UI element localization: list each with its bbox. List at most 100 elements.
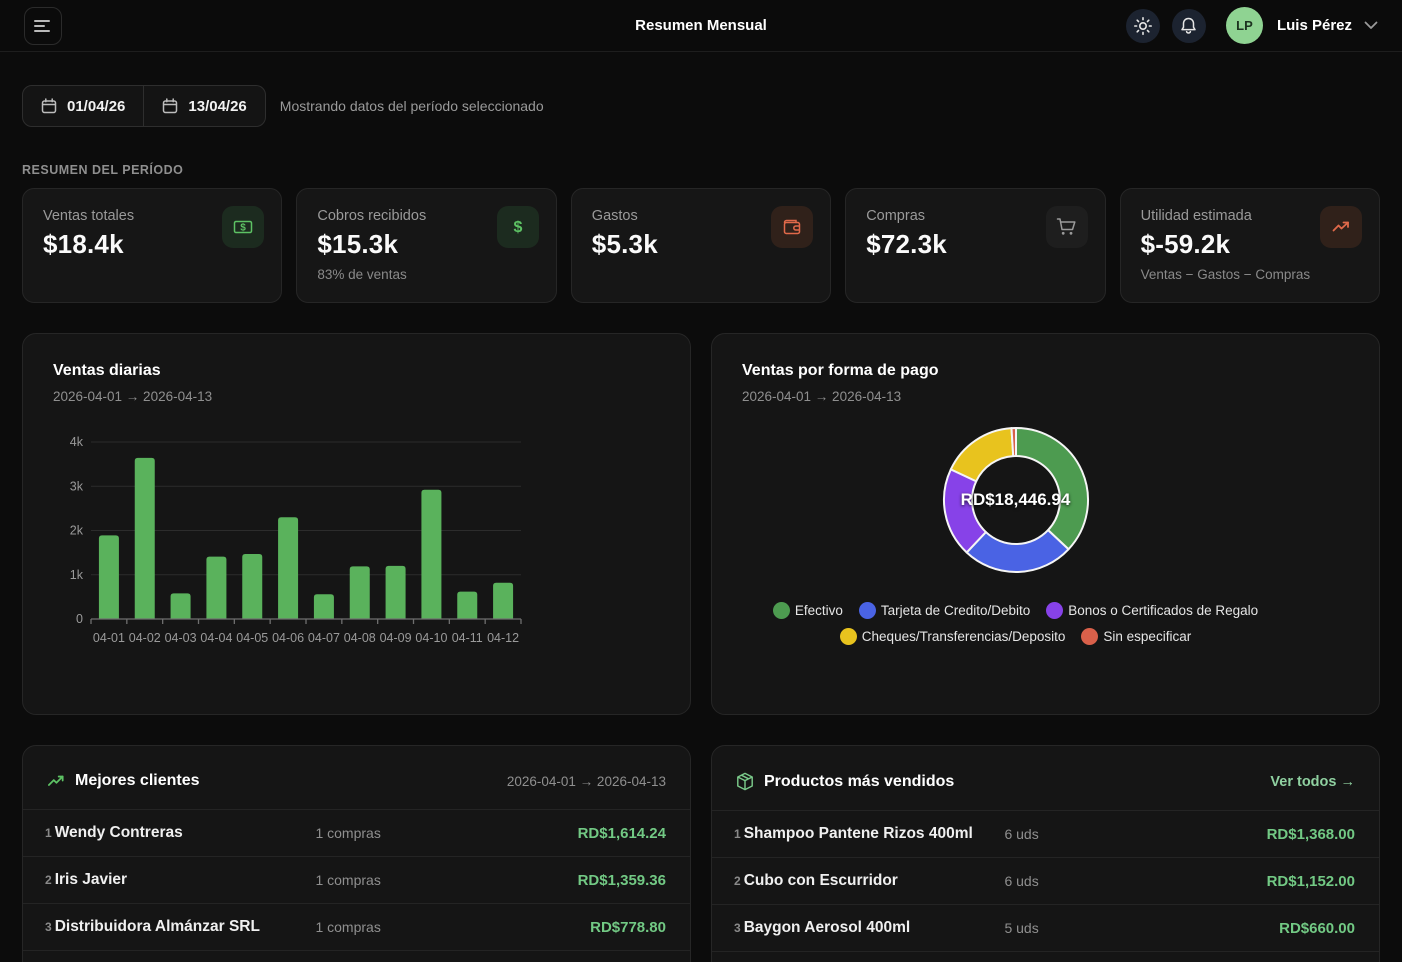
best-clients-panel: Mejores clientes 2026-04-01 → 2026-04-13… xyxy=(22,745,691,962)
legend-label: Tarjeta de Credito/Debito xyxy=(881,603,1030,618)
chart-subtitle: 2026-04-01 → 2026-04-13 xyxy=(53,389,660,404)
card-utilidad-estimada: Utilidad estimada $-59.2k Ventas − Gasto… xyxy=(1120,188,1380,303)
hamburger-icon xyxy=(34,19,52,33)
svg-text:04-08: 04-08 xyxy=(344,631,376,645)
chevron-down-icon[interactable] xyxy=(1364,21,1378,30)
chart-subtitle: 2026-04-01 → 2026-04-13 xyxy=(742,389,1349,404)
product-row[interactable]: 1Shampoo Pantene Rizos 400ml 6 uds RD$1,… xyxy=(712,810,1379,857)
notifications-button[interactable] xyxy=(1172,9,1206,43)
svg-text:3k: 3k xyxy=(70,479,84,493)
legend-dot xyxy=(773,602,790,619)
dollar-icon: $ xyxy=(497,206,539,248)
legend-label: Sin especificar xyxy=(1103,629,1191,644)
calendar-icon xyxy=(162,98,178,114)
client-amount: RD$778.80 xyxy=(450,919,666,936)
row-rank: 1 xyxy=(45,826,52,840)
daily-sales-bar-chart: 01k2k3k4k04-0104-0204-0304-0404-0504-060… xyxy=(53,428,531,663)
client-row[interactable]: 3Distribuidora Almánzar SRL 1 compras RD… xyxy=(23,903,690,950)
see-all-link[interactable]: Ver todos → xyxy=(1270,774,1355,790)
svg-text:04-05: 04-05 xyxy=(236,631,268,645)
legend-label: Cheques/Transferencias/Deposito xyxy=(862,629,1066,644)
row-rank: 2 xyxy=(734,874,741,888)
chart-title: Ventas por forma de pago xyxy=(742,362,1349,380)
product-amount: RD$660.00 xyxy=(1139,920,1355,937)
row-rank: 3 xyxy=(45,920,52,934)
user-name: Luis Pérez xyxy=(1277,17,1352,34)
client-row xyxy=(23,950,690,962)
legend-item: Cheques/Transferencias/Deposito xyxy=(840,628,1066,645)
banknote-icon: $ xyxy=(222,206,264,248)
payment-methods-donut-chart xyxy=(932,416,1100,584)
legend-dot xyxy=(1081,628,1098,645)
payment-methods-panel: Ventas por forma de pago 2026-04-01 → 20… xyxy=(711,333,1380,715)
svg-text:04-09: 04-09 xyxy=(380,631,412,645)
svg-text:04-11: 04-11 xyxy=(452,631,483,645)
package-icon xyxy=(736,772,754,791)
row-rank: 1 xyxy=(734,827,741,841)
wallet-icon xyxy=(771,206,813,248)
svg-text:04-01: 04-01 xyxy=(93,631,125,645)
legend-item: Efectivo xyxy=(773,602,843,619)
date-to-value: 13/04/26 xyxy=(188,98,246,115)
product-units: 6 uds xyxy=(1004,826,1138,842)
calendar-icon xyxy=(41,98,57,114)
theme-toggle-button[interactable] xyxy=(1126,9,1160,43)
svg-text:04-04: 04-04 xyxy=(200,631,232,645)
product-amount: RD$1,152.00 xyxy=(1139,873,1355,890)
product-row[interactable]: 3Baygon Aerosol 400ml 5 uds RD$660.00 xyxy=(712,904,1379,951)
svg-text:$: $ xyxy=(241,223,247,234)
svg-text:04-03: 04-03 xyxy=(165,631,197,645)
date-from-input[interactable]: 01/04/26 xyxy=(22,85,144,127)
product-units: 6 uds xyxy=(1004,873,1138,889)
card-cobros-recibidos: Cobros recibidos $15.3k 83% de ventas $ xyxy=(296,188,556,303)
svg-text:04-12: 04-12 xyxy=(487,631,519,645)
card-compras: Compras $72.3k xyxy=(845,188,1105,303)
svg-text:2k: 2k xyxy=(70,524,84,538)
svg-text:4k: 4k xyxy=(70,435,84,449)
legend-item: Sin especificar xyxy=(1081,628,1191,645)
svg-text:04-06: 04-06 xyxy=(272,631,304,645)
trending-up-icon xyxy=(1320,206,1362,248)
legend-item: Bonos o Certificados de Regalo xyxy=(1046,602,1258,619)
client-row[interactable]: 2Iris Javier 1 compras RD$1,359.36 xyxy=(23,856,690,903)
date-from-value: 01/04/26 xyxy=(67,98,125,115)
card-ventas-totales: Ventas totales $18.4k $ xyxy=(22,188,282,303)
avatar[interactable]: LP xyxy=(1226,7,1263,44)
list-title: Mejores clientes xyxy=(75,772,200,790)
date-to-input[interactable]: 13/04/26 xyxy=(144,85,265,127)
product-units: 5 uds xyxy=(1004,920,1138,936)
legend-dot xyxy=(859,602,876,619)
filter-row: 01/04/26 13/04/26 Mostrando datos del pe… xyxy=(22,85,1380,127)
section-label: RESUMEN DEL PERÍODO xyxy=(22,163,1380,177)
product-amount: RD$1,368.00 xyxy=(1139,826,1355,843)
client-amount: RD$1,359.36 xyxy=(450,872,666,889)
client-name: Iris Javier xyxy=(55,871,127,889)
topbar: Resumen Mensual LP Luis Pérez xyxy=(0,0,1402,52)
client-name: Wendy Contreras xyxy=(55,824,183,842)
cart-icon xyxy=(1046,206,1088,248)
bell-icon xyxy=(1180,17,1197,35)
sun-icon xyxy=(1134,17,1152,35)
svg-text:04-02: 04-02 xyxy=(129,631,161,645)
filter-caption: Mostrando datos del período seleccionado xyxy=(280,98,544,114)
svg-text:$: $ xyxy=(513,219,522,236)
svg-text:04-07: 04-07 xyxy=(308,631,340,645)
legend-label: Bonos o Certificados de Regalo xyxy=(1068,603,1258,618)
product-row[interactable]: 2Cubo con Escurridor 6 uds RD$1,152.00 xyxy=(712,857,1379,904)
client-purchases: 1 compras xyxy=(315,872,449,888)
chart-title: Ventas diarias xyxy=(53,362,660,380)
menu-button[interactable] xyxy=(24,7,62,45)
list-period: 2026-04-01 → 2026-04-13 xyxy=(507,774,666,789)
product-name: Baygon Aerosol 400ml xyxy=(744,919,911,937)
legend-dot xyxy=(1046,602,1063,619)
card-sub: 83% de ventas xyxy=(317,267,535,282)
client-row[interactable]: 1Wendy Contreras 1 compras RD$1,614.24 xyxy=(23,809,690,856)
card-sub: Ventas − Gastos − Compras xyxy=(1141,267,1359,282)
svg-text:0: 0 xyxy=(76,612,83,626)
product-name: Cubo con Escurridor xyxy=(744,872,898,890)
list-title: Productos más vendidos xyxy=(764,773,954,791)
client-amount: RD$1,614.24 xyxy=(450,825,666,842)
client-purchases: 1 compras xyxy=(315,825,449,841)
row-rank: 3 xyxy=(734,921,741,935)
daily-sales-panel: Ventas diarias 2026-04-01 → 2026-04-13 0… xyxy=(22,333,691,715)
